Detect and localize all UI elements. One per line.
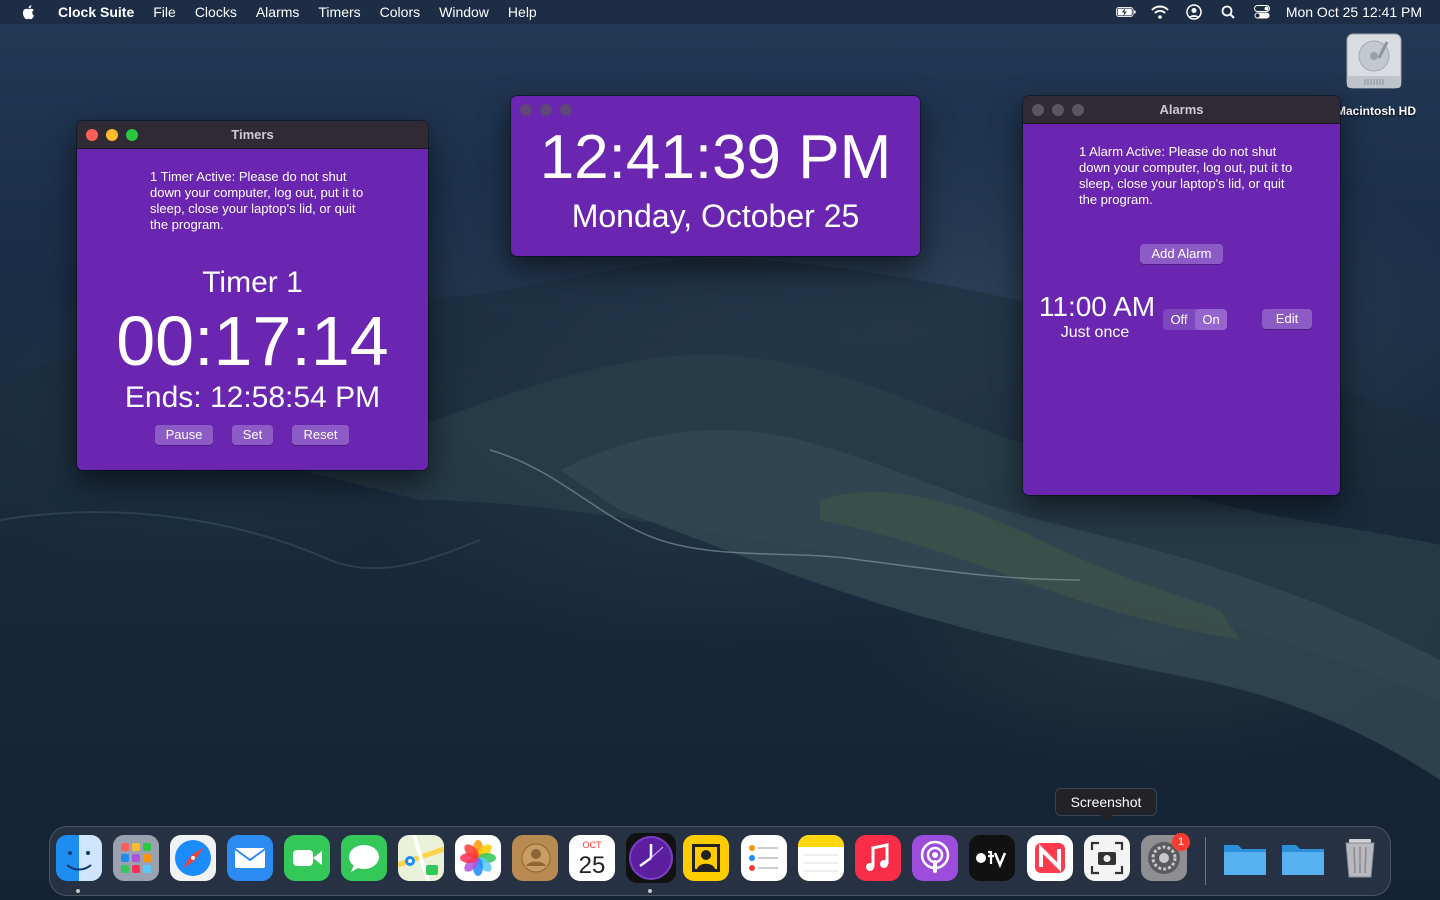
clock-time: 12:41:39 PM [539, 123, 892, 192]
zoom-button[interactable] [126, 129, 138, 141]
photo-booth-icon[interactable] [683, 835, 729, 881]
contacts-icon[interactable] [512, 835, 558, 881]
dock-tooltip: Screenshot [1056, 789, 1156, 821]
facetime-icon[interactable] [284, 835, 330, 881]
calendar-month: OCT [583, 840, 603, 850]
menu-app-name[interactable]: Clock Suite [58, 4, 134, 20]
window-title: Timers [231, 127, 274, 142]
photos-icon[interactable] [455, 835, 501, 881]
maps-icon[interactable] [398, 835, 444, 881]
launchpad-icon[interactable] [113, 835, 159, 881]
reminders-icon[interactable] [741, 835, 787, 881]
pause-button[interactable]: Pause [155, 425, 213, 445]
close-button[interactable] [86, 129, 98, 141]
add-alarm-button[interactable]: Add Alarm [1140, 244, 1223, 264]
downloads-folder-icon[interactable] [1222, 835, 1268, 881]
menu-alarms[interactable]: Alarms [256, 4, 300, 20]
apple-tv-icon[interactable] [969, 835, 1015, 881]
documents-folder-icon[interactable] [1280, 835, 1326, 881]
hard-drive-icon[interactable] [1343, 32, 1405, 92]
finder-icon[interactable] [56, 835, 102, 881]
alarm-time: 11:00 AM [1038, 291, 1156, 322]
clock-date: Monday, October 25 [571, 198, 860, 234]
screenshot-icon[interactable] [1084, 835, 1130, 881]
timer-end-time: Ends: 12:58:54 PM [124, 381, 381, 414]
alarms-window: Alarms 1 Alarm Active: Please do not shu… [1023, 96, 1340, 495]
menu-help[interactable]: Help [508, 4, 537, 20]
timers-window: Timers 1 Timer Active: Please do not shu… [77, 121, 428, 470]
timer-countdown: 00:17:14 [116, 302, 389, 380]
toggle-off[interactable]: Off [1163, 309, 1195, 330]
menu-file[interactable]: File [153, 4, 176, 20]
minimize-button[interactable] [1052, 104, 1064, 116]
calendar-icon[interactable]: OCT 25 [569, 835, 615, 881]
menu-bar: Clock Suite File Clocks Alarms Timers Co… [0, 0, 1440, 24]
apple-menu-icon[interactable] [20, 3, 38, 21]
zoom-button[interactable] [560, 104, 572, 116]
reset-button[interactable]: Reset [292, 425, 349, 445]
music-icon[interactable] [855, 835, 901, 881]
edit-alarm-button[interactable]: Edit [1262, 309, 1312, 329]
timer-name: Timer 1 [202, 266, 303, 299]
notification-badge: 1 [1172, 833, 1190, 851]
podcasts-icon[interactable] [912, 835, 958, 881]
running-indicator [648, 889, 652, 893]
menu-colors[interactable]: Colors [380, 4, 420, 20]
calendar-day: 25 [579, 852, 606, 879]
trash-icon[interactable] [1337, 835, 1383, 881]
close-button[interactable] [1032, 104, 1044, 116]
battery-charging-icon[interactable] [1115, 4, 1136, 20]
dock-separator [1205, 837, 1206, 885]
clock-window: 12:41:39 PM Monday, October 25 [511, 96, 920, 256]
user-icon[interactable] [1184, 4, 1204, 20]
safari-icon[interactable] [170, 835, 216, 881]
alarm-repeat: Just once [1060, 324, 1130, 341]
messages-icon[interactable] [341, 835, 387, 881]
timers-titlebar[interactable]: Timers [77, 121, 428, 149]
minimize-button[interactable] [106, 129, 118, 141]
alarm-warning-message: 1 Alarm Active: Please do not shut down … [1079, 144, 1293, 207]
timer-warning-message: 1 Timer Active: Please do not shut down … [150, 169, 364, 232]
minimize-button[interactable] [540, 104, 552, 116]
mail-icon[interactable] [227, 835, 273, 881]
window-title: Alarms [1159, 102, 1204, 117]
control-center-icon[interactable] [1252, 4, 1272, 20]
menu-window[interactable]: Window [439, 4, 489, 20]
zoom-button[interactable] [1072, 104, 1084, 116]
menubar-datetime[interactable]: Mon Oct 25 12:41 PM [1286, 4, 1422, 20]
menu-timers[interactable]: Timers [318, 4, 360, 20]
clock-suite-icon[interactable] [626, 833, 676, 883]
notes-icon[interactable] [798, 835, 844, 881]
set-button[interactable]: Set [232, 425, 273, 445]
alarm-on-off-toggle[interactable]: Off On [1163, 309, 1227, 330]
news-icon[interactable] [1027, 835, 1073, 881]
toggle-on[interactable]: On [1195, 309, 1227, 330]
spotlight-search-icon[interactable] [1218, 4, 1238, 20]
running-indicator [76, 889, 80, 893]
alarms-titlebar[interactable]: Alarms [1023, 96, 1340, 124]
wifi-icon[interactable] [1150, 4, 1170, 20]
close-button[interactable] [520, 104, 532, 116]
menu-clocks[interactable]: Clocks [195, 4, 237, 20]
